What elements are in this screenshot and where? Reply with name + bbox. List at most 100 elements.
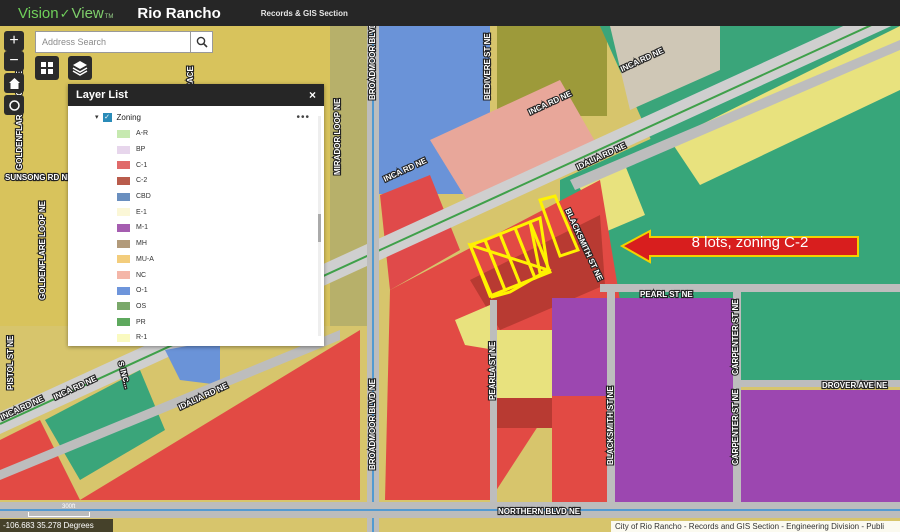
scrollbar-thumb[interactable] (318, 214, 321, 242)
legend-swatch (117, 302, 130, 311)
plus-icon: + (9, 32, 19, 49)
layer-checkbox[interactable]: ✓ (102, 112, 112, 122)
legend-item: E-1 (68, 204, 324, 220)
legend-swatch (117, 318, 130, 327)
label-pistol: PISTOL ST NE (6, 335, 15, 390)
app-header: Vision ✓ View TM Rio Rancho Records & GI… (0, 0, 900, 26)
search-icon (196, 36, 208, 48)
label-bedivere: BEDIVERE ST NE (483, 33, 492, 100)
label-drover: DROVER AVE NE (822, 381, 888, 390)
locate-icon (8, 99, 20, 111)
zone-m1-southeast (740, 390, 900, 505)
label-broadmoor-top: BROADMOOR BLVD NE (368, 26, 377, 100)
legend-item: M-1 (68, 220, 324, 236)
label-broadmoor-bottom: BROADMOOR BLVD NE (368, 378, 377, 470)
more-options-icon[interactable]: ••• (296, 112, 310, 123)
legend-label: MH (136, 240, 147, 248)
search-input[interactable] (36, 33, 193, 51)
legend-item: OS (68, 299, 324, 315)
legend-label: BP (136, 146, 146, 154)
attribution: City of Rio Rancho - Records and GIS Sec… (611, 521, 900, 532)
legend-swatch (117, 333, 130, 342)
zoom-out-button[interactable]: − (4, 51, 24, 71)
label-mirador: MIRADOR LOOP NE (333, 98, 342, 175)
close-icon[interactable]: × (309, 88, 316, 102)
legend-label: OS (136, 302, 147, 310)
layers-icon (72, 61, 88, 76)
layers-button[interactable] (68, 56, 92, 80)
legend-item: NC (68, 267, 324, 283)
legend-label: C-1 (136, 161, 148, 169)
logo-text-vision: Vision (18, 4, 59, 22)
legend-swatch (117, 271, 130, 280)
logo-check-icon: ✓ (59, 5, 71, 21)
logo-text-view: View (71, 4, 104, 22)
scale-label: 300ft (62, 504, 76, 510)
scale-bar (28, 512, 90, 517)
label-carpenter-top: CARPENTER ST NE (731, 299, 740, 375)
layer-list-body: ▾ ✓ Zoning ••• A-R BP C-1 C-2 CBD E-1 M-1 MH MU-… (68, 106, 324, 346)
label-pearla-st: PEARLA ST NE (488, 341, 497, 400)
legend-swatch (117, 192, 130, 201)
legend-swatch (117, 176, 130, 185)
grid-icon (41, 62, 53, 74)
legend-item: MU-A (68, 252, 324, 268)
label-sunsong: SUNSONG RD NE (5, 173, 73, 182)
legend-item: CBD (68, 189, 324, 205)
coordinate-readout: -106.683 35.278 Degrees (0, 519, 113, 532)
zone-light-yellow-south (497, 330, 552, 400)
legend-label: NC (136, 271, 147, 279)
search-button[interactable] (190, 31, 213, 53)
zone-c1-south (552, 396, 610, 506)
minus-icon: − (9, 52, 19, 69)
legend-item: R-1 (68, 330, 324, 346)
legend-label: M-1 (136, 224, 149, 232)
zoning-legend: A-R BP C-1 C-2 CBD E-1 M-1 MH MU-A NC O-1 OS PR R-1 (68, 126, 324, 346)
app-logo[interactable]: Vision ✓ View TM (18, 5, 113, 22)
legend-item: A-R (68, 126, 324, 142)
legend-swatch (117, 208, 130, 217)
layer-list-panel: Layer List × ▾ ✓ Zoning ••• A-R BP C-1 C-2 C… (68, 84, 324, 346)
logo-trademark: TM (104, 13, 114, 20)
legend-item: MH (68, 236, 324, 252)
legend-item: PR (68, 314, 324, 330)
layer-list-title: Layer List (76, 89, 128, 101)
zone-c2-south (497, 398, 552, 428)
legend-item: BP (68, 142, 324, 158)
callout-label: 8 lots, zoning C-2 (691, 234, 809, 251)
home-icon (8, 77, 20, 89)
legend-label: E-1 (136, 208, 147, 216)
label-carpenter-bottom: CARPENTER ST NE (731, 389, 740, 465)
label-pearl-st: PEARL ST NE (640, 290, 693, 299)
zoom-in-button[interactable]: + (4, 31, 24, 51)
legend-swatch (117, 145, 130, 154)
address-search[interactable] (35, 31, 193, 53)
legend-label: R-1 (136, 334, 148, 342)
legend-swatch (117, 239, 130, 248)
home-button[interactable] (4, 73, 24, 93)
layer-group-label: Zoning (116, 112, 141, 122)
legend-swatch (117, 161, 130, 170)
chevron-down-icon[interactable]: ▾ (95, 113, 99, 121)
legend-label: MU-A (136, 255, 154, 263)
pearla-road (490, 300, 497, 505)
legend-swatch (117, 129, 130, 138)
zone-m1-east (615, 298, 735, 503)
locate-button[interactable] (4, 95, 24, 115)
legend-swatch (117, 255, 130, 264)
layer-list-header: Layer List × (68, 84, 324, 106)
label-goldenflare-bottom: GOLDENFLARE LOOP NE (38, 200, 47, 300)
basemap-button[interactable] (35, 56, 59, 80)
app-title: Rio Rancho (137, 4, 221, 22)
legend-item: C-2 (68, 173, 324, 189)
legend-swatch (117, 223, 130, 232)
legend-label: A-R (136, 130, 149, 138)
legend-label: C-2 (136, 177, 148, 185)
legend-label: O-1 (136, 287, 148, 295)
label-northern: NORTHERN BLVD NE (498, 507, 581, 516)
legend-label: CBD (136, 193, 151, 201)
layer-group-zoning[interactable]: ▾ ✓ Zoning ••• (68, 108, 324, 126)
legend-swatch (117, 286, 130, 295)
legend-label: PR (136, 318, 146, 326)
section-title: Records & GIS Section (260, 8, 348, 18)
